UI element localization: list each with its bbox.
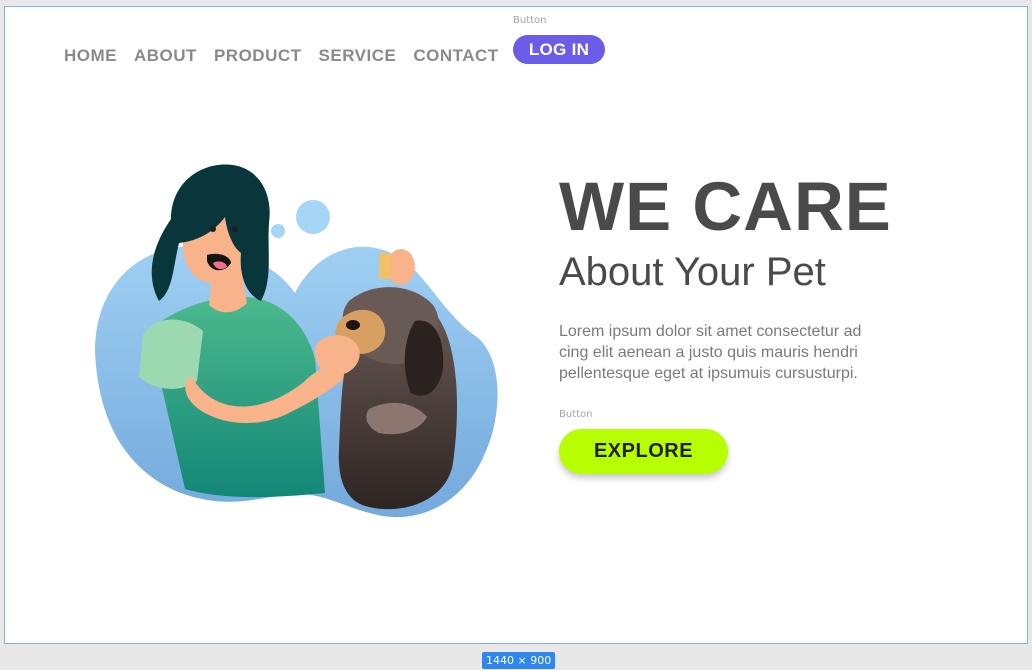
small-bubble-1 (296, 200, 330, 234)
artboard-size-badge: 1440 × 900 (482, 652, 556, 669)
woman-left-sleeve (139, 319, 203, 389)
hero-description: Lorem ipsum dolor sit amet consectetur a… (559, 321, 959, 384)
nav-contact-link[interactable]: CONTACT (413, 43, 498, 69)
dog-nose (346, 320, 360, 330)
hero-description-line-2: cing elit aenean a justo quis mauris hen… (559, 344, 858, 361)
eye-dropper (379, 253, 391, 279)
nav-about-link[interactable]: ABOUT (134, 43, 197, 69)
nav-service-link[interactable]: SERVICE (319, 43, 397, 69)
woman-eye-left (210, 226, 216, 232)
small-bubble-2 (271, 224, 285, 238)
nav-product-link[interactable]: PRODUCT (214, 43, 302, 69)
hero-title: WE CARE (559, 168, 892, 245)
hero-subtitle: About Your Pet (559, 250, 826, 294)
main-navigation: HOME ABOUT PRODUCT SERVICE CONTACT (64, 43, 499, 69)
explore-button-caption: Button (559, 409, 593, 420)
dropper-hand (387, 249, 415, 285)
hero-description-line-1: Lorem ipsum dolor sit amet consectetur a… (559, 323, 862, 340)
nav-home-link[interactable]: HOME (64, 43, 117, 69)
explore-button[interactable]: EXPLORE (559, 429, 728, 474)
login-button[interactable]: LOG IN (513, 35, 605, 64)
woman-eye-right (232, 226, 238, 232)
login-button-caption: Button (513, 15, 547, 26)
hero-description-line-3: pellentesque eget at ipsumuis cursusturp… (559, 365, 858, 382)
pet-care-illustration (95, 164, 498, 518)
artboard-frame: HOME ABOUT PRODUCT SERVICE CONTACT Butto… (4, 6, 1028, 644)
